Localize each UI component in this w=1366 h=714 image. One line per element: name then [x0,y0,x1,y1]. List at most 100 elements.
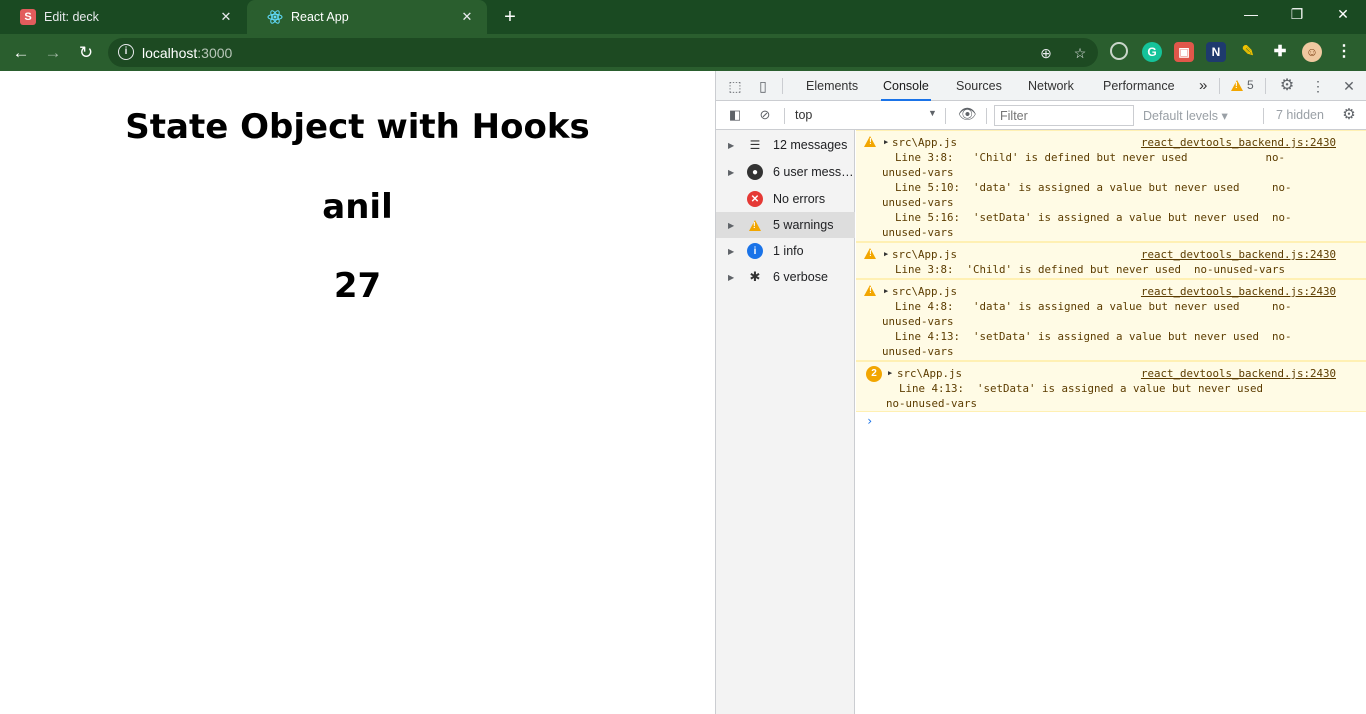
warning-icon [864,136,876,150]
address-bar[interactable]: i localhost:3000 ⊕ ☆ [108,38,1098,67]
pencil-icon[interactable]: ✎ [1238,42,1258,62]
device-toolbar-icon[interactable]: ▯ [754,77,772,95]
zoom-icon[interactable]: ⊕ [1036,43,1056,63]
expand-arrow-icon[interactable]: ▶ [728,221,738,230]
divider [784,108,785,124]
repeat-count-badge: 2 [866,366,882,382]
divider [1219,78,1220,94]
tab-console[interactable]: Console [881,71,931,101]
warning-icon [864,285,876,299]
warning-counter[interactable]: 5 [1231,78,1254,92]
divider [782,78,783,94]
info-icon: i [747,243,763,259]
console-settings-gear-icon[interactable]: ⚙ [1340,106,1358,124]
menu-kebab-icon[interactable]: ⋮ [1334,42,1354,62]
source-link[interactable]: react_devtools_backend.js:2430 [1141,247,1336,262]
tab-close-icon[interactable]: ✕ [218,9,234,25]
expand-arrow-icon[interactable]: ▶ [728,168,738,177]
console-warning-message[interactable]: ▶ src\App.js react_devtools_backend.js:2… [856,279,1366,361]
back-arrow-icon[interactable]: ← [8,40,34,66]
profile-avatar[interactable]: ☺ [1302,42,1322,62]
clear-console-icon[interactable]: ⊘ [756,106,774,124]
page-viewport: State Object with Hooks anil 27 [0,71,715,714]
source-link[interactable]: react_devtools_backend.js:2430 [1141,135,1336,150]
tab-react-app[interactable]: React App ✕ [247,0,487,34]
extension-n-icon[interactable]: N [1206,42,1226,62]
tab-edit-deck[interactable]: S Edit: deck ✕ [0,0,246,34]
expand-triangle-icon[interactable]: ▶ [884,287,888,295]
devtools-tab-bar: ⬚ ▯ Elements Console Sources Network Per… [716,71,1366,101]
tab-title: React App [291,10,349,24]
sidebar-item-user-messages[interactable]: ▶ ● 6 user mess… [716,159,855,185]
bookmark-star-icon[interactable]: ☆ [1070,43,1090,63]
extensions-puzzle-icon[interactable]: ✚ [1270,42,1290,62]
settings-gear-icon[interactable]: ⚙ [1278,77,1296,95]
dropdown-arrow-icon[interactable]: ▼ [928,108,937,118]
tab-close-icon[interactable]: ✕ [459,9,475,25]
extension-record-icon[interactable] [1110,42,1128,60]
browser-title-bar: S Edit: deck ✕ React App ✕ + — ❐ ✕ [0,0,1366,34]
state-age: 27 [333,266,382,306]
hidden-messages-count: 7 hidden [1276,108,1324,122]
console-filter-bar: ◧ ⊘ top ▼ 👁 Default levels ▾ 7 hidden ⚙ [716,101,1366,130]
reload-icon[interactable]: ↻ [73,40,99,66]
expand-triangle-icon[interactable]: ▶ [888,369,892,377]
url-text[interactable]: localhost:3000 [142,45,232,61]
sidebar-item-verbose[interactable]: ▶ ✱ 6 verbose [716,264,855,290]
expand-arrow-icon[interactable]: ▶ [728,273,738,282]
devtools-menu-icon[interactable]: ⋮ [1309,77,1327,95]
tab-performance[interactable]: Performance [1101,71,1177,101]
console-prompt[interactable]: › [866,414,873,428]
console-warning-message[interactable]: ▶ src\App.js react_devtools_backend.js:2… [856,242,1366,279]
expand-triangle-icon[interactable]: ▶ [884,138,888,146]
context-selector[interactable]: top [795,108,812,122]
bug-icon: ✱ [749,269,761,284]
sidebar-toggle-icon[interactable]: ◧ [726,106,744,124]
source-link[interactable]: react_devtools_backend.js:2430 [1141,284,1336,299]
error-icon: ✕ [747,191,763,207]
new-tab-button[interactable]: + [498,5,522,29]
inspect-element-icon[interactable]: ⬚ [726,77,744,95]
restore-button[interactable]: ❐ [1274,0,1320,30]
slides-favicon-icon: S [20,9,36,25]
react-icon [267,9,283,25]
expand-triangle-icon[interactable]: ▶ [884,250,888,258]
sidebar-item-errors[interactable]: ✕ No errors [716,186,855,212]
tab-sources[interactable]: Sources [954,71,1004,101]
divider [945,108,946,124]
divider [1265,78,1266,94]
sidebar-item-warnings[interactable]: ▶ 5 warnings [716,212,855,238]
page-title: State Object with Hooks [125,107,590,147]
tab-network[interactable]: Network [1026,71,1076,101]
live-expression-eye-icon[interactable]: 👁 [958,106,977,124]
close-window-button[interactable]: ✕ [1320,0,1366,30]
grammarly-icon[interactable]: G [1142,42,1162,62]
divider [986,108,987,124]
tab-elements[interactable]: Elements [804,71,860,101]
warning-icon [1231,79,1243,91]
more-tabs-icon[interactable]: » [1197,71,1209,101]
extension-cat-icon[interactable]: ▣ [1174,42,1194,62]
minimize-button[interactable]: — [1228,0,1274,30]
expand-arrow-icon[interactable]: ▶ [728,141,738,150]
list-icon: ☰ [749,138,761,152]
warning-icon [864,248,876,262]
source-link[interactable]: react_devtools_backend.js:2430 [1141,366,1336,381]
console-sidebar: ▶ ☰ 12 messages ▶ ● 6 user mess… ✕ No er… [716,130,855,714]
console-filter-input[interactable] [994,105,1134,126]
forward-arrow-icon[interactable]: → [40,40,66,66]
warning-icon [747,217,763,233]
sidebar-item-messages[interactable]: ▶ ☰ 12 messages [716,132,855,158]
console-warning-message[interactable]: 2 ▶ src\App.js react_devtools_backend.js… [856,361,1366,412]
devtools-close-icon[interactable]: ✕ [1340,77,1358,95]
site-info-icon[interactable]: i [118,44,134,60]
user-icon: ● [747,164,763,180]
state-name: anil [322,187,393,227]
tab-title: Edit: deck [44,10,99,24]
log-levels-dropdown[interactable]: Default levels ▾ [1143,108,1228,123]
console-messages: ▶ src\App.js react_devtools_backend.js:2… [856,130,1366,714]
divider [1263,108,1264,124]
console-warning-message[interactable]: ▶ src\App.js react_devtools_backend.js:2… [856,130,1366,242]
expand-arrow-icon[interactable]: ▶ [728,247,738,256]
sidebar-item-info[interactable]: ▶ i 1 info [716,238,855,264]
